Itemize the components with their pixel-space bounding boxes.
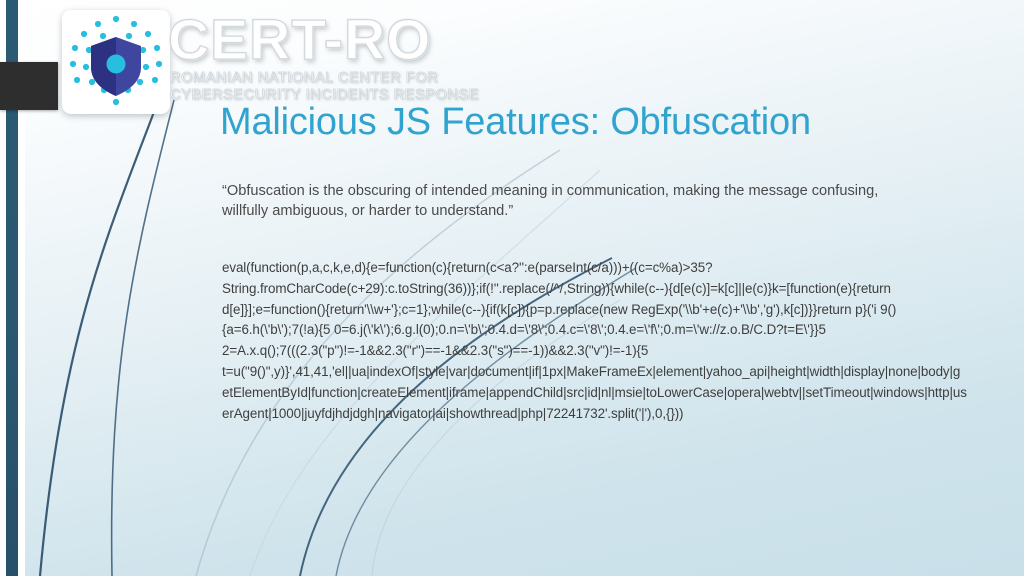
brand-title: CERT-RO: [167, 8, 432, 72]
cert-ro-logo: [62, 10, 170, 114]
obfuscated-code-block: eval(function(p,a,c,k,e,d){e=function(c)…: [222, 260, 967, 421]
shield-with-dots-icon: [69, 15, 163, 106]
brand-subtitle-line-1: ROMANIAN NATIONAL CENTER FOR: [170, 70, 439, 87]
slide-title: Malicious JS Features: Obfuscation: [220, 101, 811, 143]
dark-tab-block: [0, 62, 58, 110]
slide-canvas: CERT-RO ROMANIAN NATIONAL CENTER FOR CYB…: [0, 0, 1024, 576]
definition-quote: “Obfuscation is the obscuring of intende…: [222, 183, 879, 219]
